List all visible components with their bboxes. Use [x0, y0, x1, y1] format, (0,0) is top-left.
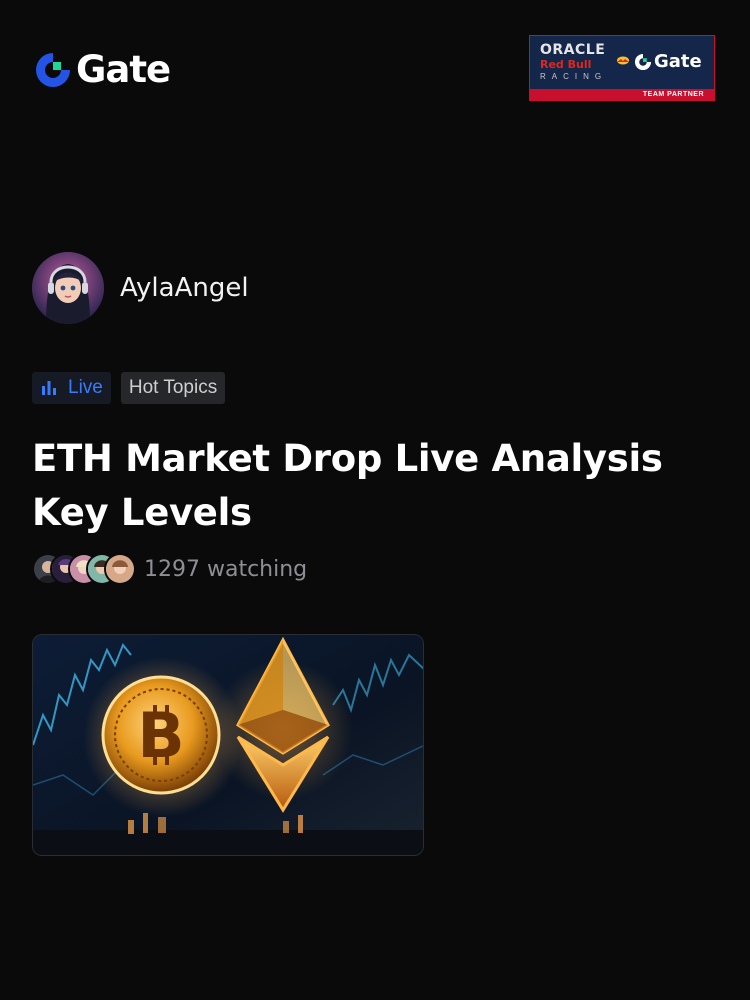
- watching-count: 1297 watching: [144, 556, 308, 582]
- viewer-avatars: [32, 553, 136, 585]
- redbull-bull-icon: [617, 56, 629, 65]
- tag-row: Live Hot Topics: [32, 372, 226, 404]
- live-badge[interactable]: Live: [32, 372, 111, 404]
- team-partner-banner[interactable]: ORACLE Red Bull RACING Gate TEAM PARTNER: [529, 35, 715, 101]
- live-label: Live: [68, 377, 103, 398]
- gate-logo[interactable]: Gate: [34, 48, 171, 91]
- partner-gate-logo: Gate: [634, 51, 702, 72]
- partner-gate-text: Gate: [654, 51, 702, 72]
- bar-chart-icon: [42, 381, 56, 395]
- post-thumbnail[interactable]: B: [32, 634, 424, 856]
- gate-logo-text: Gate: [76, 48, 171, 91]
- avatar-icon[interactable]: [32, 252, 104, 324]
- hot-topics-label: Hot Topics: [128, 377, 218, 398]
- watching-row: 1297 watching: [32, 553, 307, 585]
- post-title[interactable]: ETH Market Drop Live Analysis Key Levels: [32, 432, 712, 540]
- hot-topics-tag[interactable]: Hot Topics: [120, 372, 226, 404]
- crypto-thumbnail-image: B: [33, 635, 423, 855]
- viewer-avatar: [104, 553, 136, 585]
- oracle-wordmark: ORACLE: [540, 42, 606, 58]
- author-name[interactable]: AylaAngel: [120, 273, 249, 303]
- author-row[interactable]: AylaAngel: [32, 252, 249, 324]
- redbull-wordmark: Red Bull: [540, 58, 592, 71]
- gate-mini-icon: [634, 52, 652, 70]
- racing-wordmark: RACING: [540, 72, 608, 81]
- svg-text:B: B: [137, 699, 184, 772]
- gate-logo-icon: [36, 50, 72, 87]
- team-partner-label: TEAM PARTNER: [530, 89, 714, 100]
